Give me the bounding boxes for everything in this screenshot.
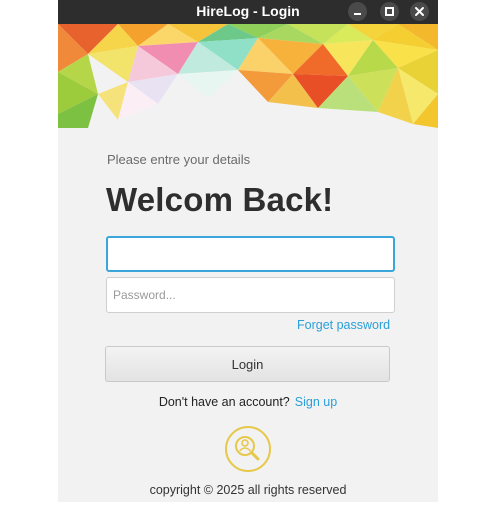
page-title: Welcom Back! [106, 181, 334, 218]
low-poly-banner [58, 24, 438, 128]
close-icon [415, 7, 424, 16]
forgot-password-link[interactable]: Forget password [297, 318, 390, 332]
signup-prompt: Don't have an account? [158, 395, 290, 409]
minimize-button[interactable] [348, 2, 367, 21]
form-subtitle: Please entre your details [107, 152, 251, 167]
title-bar[interactable]: HireLog - Login [58, 0, 438, 24]
username-input[interactable] [106, 236, 395, 272]
signup-row: Don't have an account? Sign up [58, 395, 438, 409]
maximize-icon [385, 7, 394, 16]
password-input[interactable] [106, 277, 395, 313]
minimize-icon [354, 13, 361, 15]
copyright-text: copyright © 2025 all rights reserved [149, 483, 347, 497]
signup-link[interactable]: Sign up [295, 395, 337, 409]
login-window: HireLog - Login Please entre your detail… [58, 0, 438, 502]
login-button[interactable]: Login [105, 346, 390, 382]
close-button[interactable] [410, 2, 429, 21]
search-person-icon [225, 426, 271, 472]
maximize-button[interactable] [380, 2, 399, 21]
